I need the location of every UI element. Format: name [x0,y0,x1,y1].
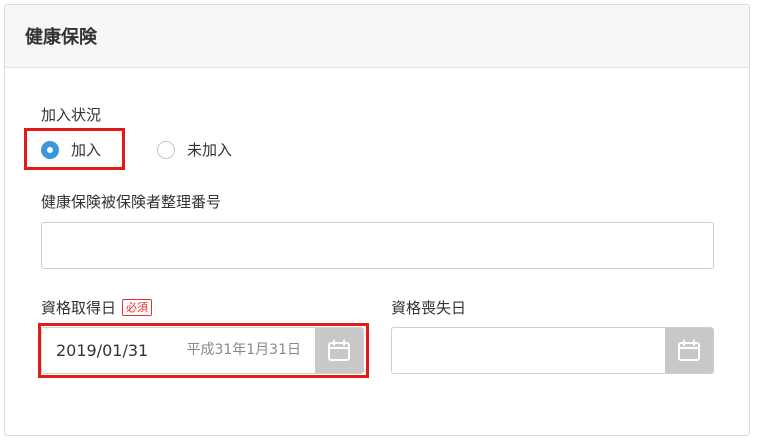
radio-unchecked-icon[interactable] [157,140,175,159]
insured-number-input[interactable] [41,222,714,269]
radio-checked-icon[interactable] [41,140,59,159]
radio-enrolled-label: 加入 [71,141,102,159]
card-title: 健康保険 [25,27,97,48]
loss-date-label: 資格喪失日 [391,299,467,317]
radio-not-enrolled-label: 未加入 [187,141,233,159]
calendar-icon [678,339,700,361]
acquisition-date-wareki: 平成31年1月31日 [186,342,301,358]
loss-date-calendar-button[interactable] [665,328,713,373]
acquisition-date-field[interactable]: 2019/01/31 平成31年1月31日 [41,327,364,374]
required-badge: 必須 [122,299,153,316]
radio-enrolled[interactable]: 加入 [41,139,101,160]
loss-date-field[interactable] [391,327,714,374]
card-header: 健康保険 [5,5,749,68]
acquisition-date-label: 資格取得日 必須 [41,297,153,318]
acquisition-date-label-text: 資格取得日 [41,299,117,317]
acquisition-date-value[interactable]: 2019/01/31 [56,328,148,373]
acquisition-date-calendar-button[interactable] [315,328,363,373]
calendar-icon [328,339,350,361]
radio-not-enrolled[interactable]: 未加入 [157,139,232,160]
enrollment-label: 加入状況 [41,106,102,124]
insured-number-label: 健康保険被保険者整理番号 [41,193,222,211]
